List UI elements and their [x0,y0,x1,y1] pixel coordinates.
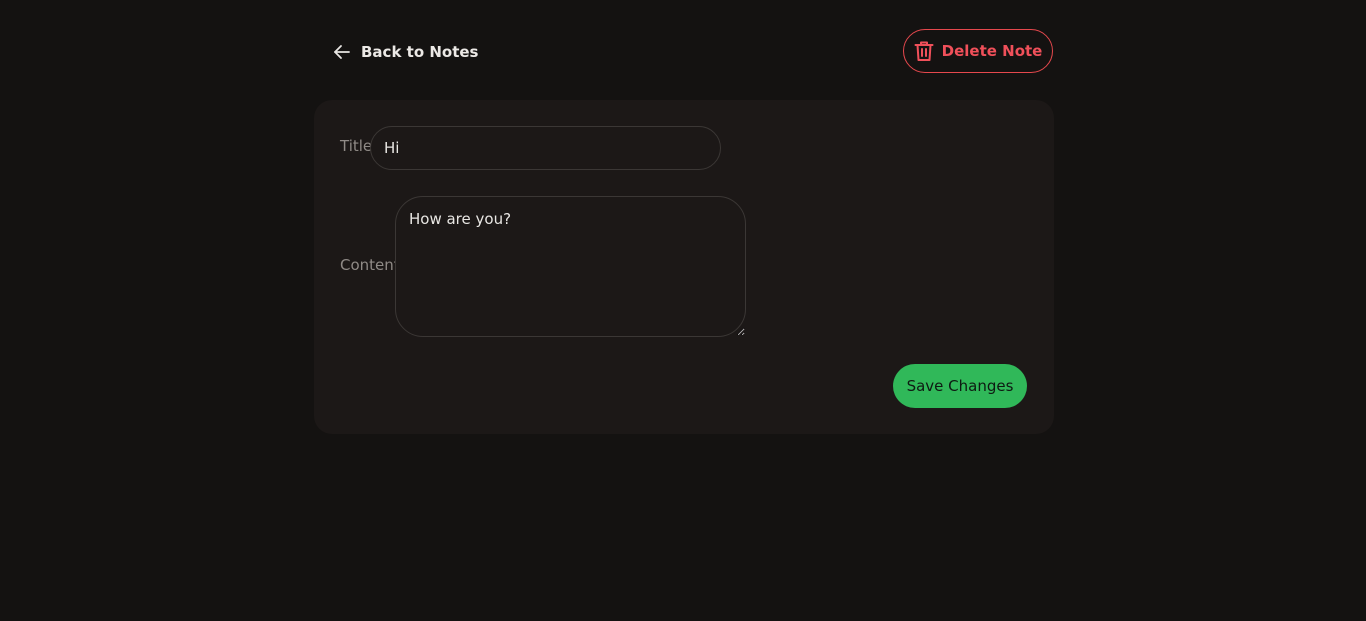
title-input[interactable] [370,126,721,170]
content-textarea[interactable]: How are you? [395,196,746,337]
save-changes-button[interactable]: Save Changes [893,364,1027,408]
back-to-notes-label: Back to Notes [361,43,479,61]
title-label: Title [340,137,373,155]
content-label: Content [340,256,400,274]
delete-note-button[interactable]: Delete Note [903,29,1053,73]
trash-icon [914,40,934,62]
edit-note-page: Back to Notes Delete Note Title Content … [0,0,1366,621]
note-editor-card: Title Content How are you? Save Changes [314,100,1054,434]
arrow-left-icon [333,43,351,61]
back-to-notes-link[interactable]: Back to Notes [333,40,478,64]
delete-note-label: Delete Note [941,42,1043,60]
